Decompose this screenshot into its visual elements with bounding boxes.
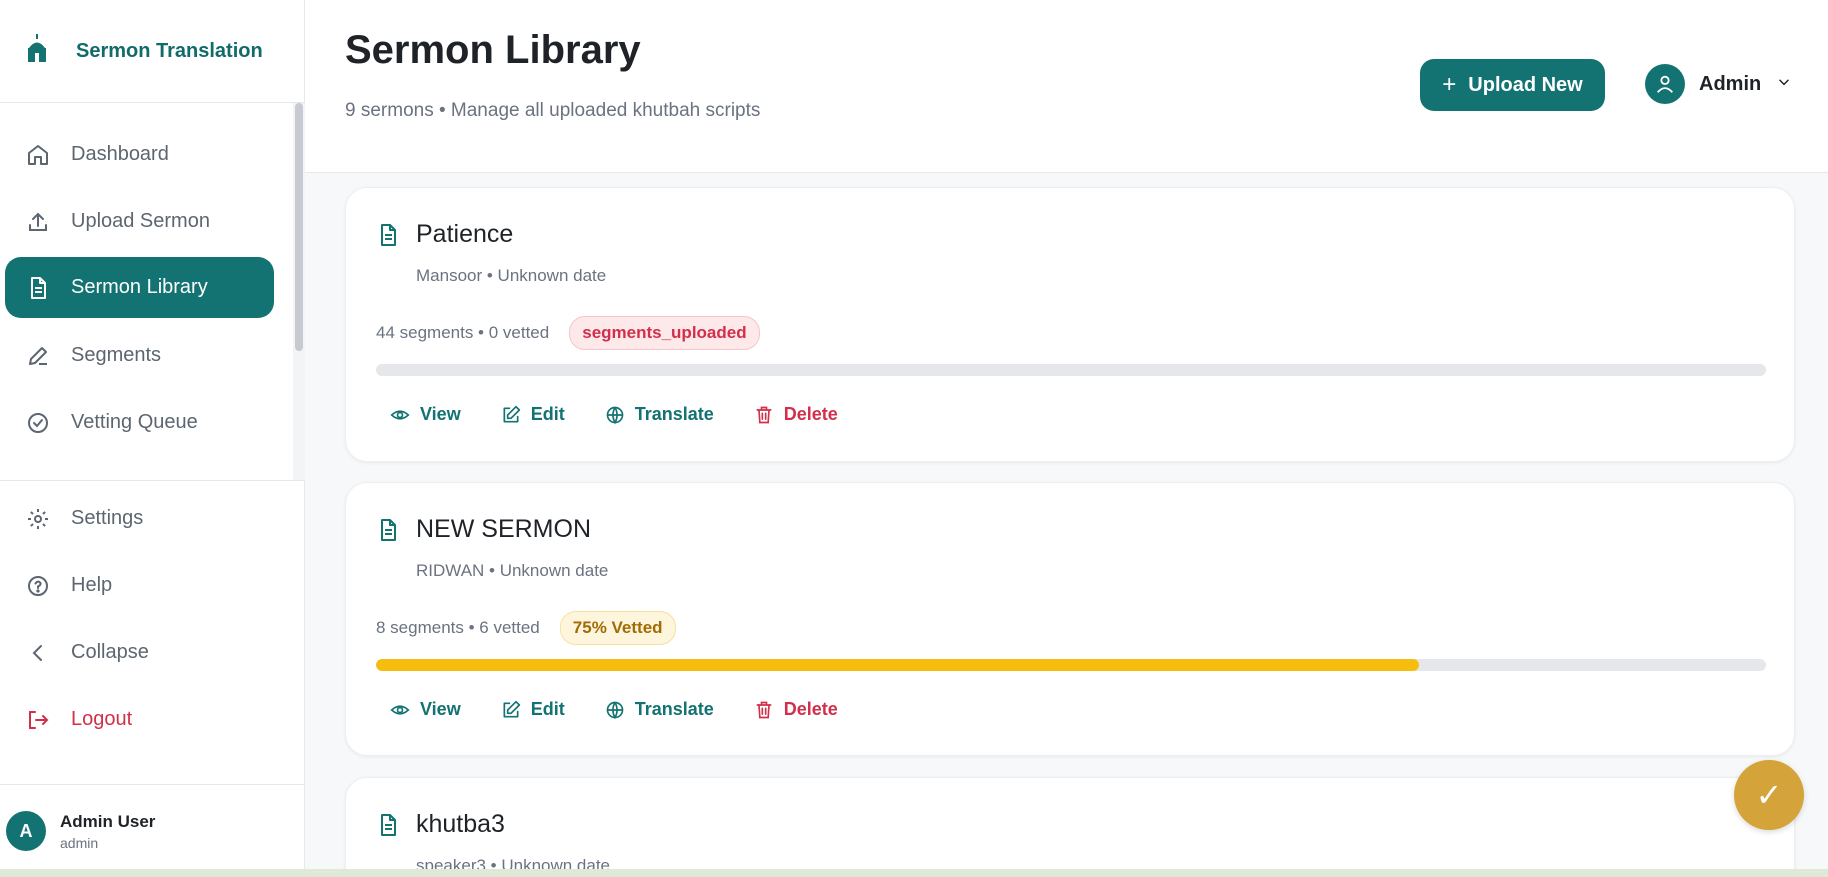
view-label: View (420, 699, 461, 719)
sidebar-item-label: Segments (71, 344, 162, 366)
sermon-stats-row: 8 segments • 6 vetted 75% Vetted (376, 611, 676, 645)
sermon-card: Patience Mansoor • Unknown date 44 segme… (345, 187, 1795, 462)
eye-icon (390, 704, 410, 715)
sermon-title[interactable]: NEW SERMON (416, 515, 591, 544)
status-badge: 75% Vetted (559, 611, 676, 645)
sidebar-item-dashboard[interactable]: Dashboard (5, 124, 274, 185)
translate-label: Translate (634, 404, 714, 424)
page-header: Sermon Library 9 sermons • Manage all up… (305, 0, 1828, 173)
globe-icon (606, 406, 624, 424)
vetting-progress-fill (376, 659, 1419, 671)
delete-label: Delete (783, 404, 838, 424)
sidebar-bottom-nav: Settings Help Collapse Logout (0, 480, 304, 785)
bottom-strip (0, 869, 1828, 877)
delete-button[interactable]: Delete (754, 699, 838, 720)
admin-label: Admin (1699, 72, 1762, 95)
user-name: Admin User (60, 811, 156, 831)
sermon-card: khutba3 speaker3 • Unknown date (345, 777, 1795, 877)
document-icon (376, 517, 400, 548)
sermon-card: NEW SERMON RIDWAN • Unknown date 8 segme… (345, 482, 1795, 756)
sidebar-item-label: Sermon Library (71, 276, 208, 298)
sidebar-item-label: Help (71, 574, 113, 596)
chevron-down-icon (1777, 75, 1791, 94)
edit-button[interactable]: Edit (501, 404, 565, 425)
translate-button[interactable]: Translate (605, 404, 714, 425)
sidebar-item-sermon-library[interactable]: Sermon Library (5, 257, 274, 318)
document-icon (376, 222, 400, 253)
edit-button[interactable]: Edit (501, 699, 565, 720)
vetting-progress-bar (376, 364, 1766, 376)
sermon-meta: Mansoor • Unknown date (416, 266, 607, 285)
sermon-actions: View Edit Translate Delete (390, 699, 878, 720)
sidebar-item-label: Settings (71, 507, 144, 529)
mosque-icon (24, 33, 50, 69)
gear-icon (25, 506, 51, 532)
current-user[interactable]: A Admin User admin (0, 784, 304, 877)
sidebar-scrollbar[interactable] (293, 103, 305, 480)
sermon-meta: RIDWAN • Unknown date (416, 561, 609, 580)
plus-icon: + (1442, 71, 1457, 98)
view-button[interactable]: View (390, 699, 461, 720)
user-icon (1645, 64, 1685, 104)
globe-icon (606, 701, 624, 719)
view-label: View (420, 404, 461, 424)
sidebar-item-logout[interactable]: Logout (5, 689, 274, 750)
page-title: Sermon Library (345, 28, 641, 72)
sermon-actions: View Edit Translate Delete (390, 404, 878, 425)
delete-button[interactable]: Delete (754, 404, 838, 425)
sidebar-item-segments[interactable]: Segments (5, 325, 274, 386)
edit-label: Edit (530, 699, 565, 719)
admin-menu[interactable]: Admin (1645, 64, 1791, 104)
app-root: Sermon Translation Dashboard Upload Serm… (0, 0, 1828, 877)
sermon-stats: 8 segments • 6 vetted (376, 618, 540, 637)
edit-label: Edit (530, 404, 565, 424)
floating-check-button[interactable]: ✓ (1734, 760, 1804, 830)
document-icon (376, 812, 400, 843)
brand[interactable]: Sermon Translation (0, 0, 304, 103)
sidebar-scroll-thumb[interactable] (295, 103, 303, 351)
sermon-stats: 44 segments • 0 vetted (376, 323, 550, 342)
eye-icon (390, 409, 410, 420)
upload-new-label: Upload New (1468, 73, 1583, 96)
pen-icon (25, 343, 51, 369)
upload-icon (25, 209, 51, 235)
status-badge: segments_uploaded (569, 316, 760, 350)
translate-button[interactable]: Translate (605, 699, 714, 720)
view-button[interactable]: View (390, 404, 461, 425)
home-icon (25, 142, 51, 168)
brand-name: Sermon Translation (76, 39, 263, 62)
check-circle-icon (25, 410, 51, 436)
delete-label: Delete (783, 699, 838, 719)
chevron-left-icon (25, 640, 51, 666)
sidebar-item-label: Collapse (71, 641, 149, 663)
sermon-title[interactable]: Patience (416, 220, 513, 249)
check-icon: ✓ (1755, 777, 1783, 813)
upload-new-button[interactable]: + Upload New (1420, 59, 1605, 111)
sidebar-item-label: Dashboard (71, 143, 169, 165)
trash-icon (756, 701, 772, 718)
sidebar: Sermon Translation Dashboard Upload Serm… (0, 0, 305, 877)
edit-icon (503, 700, 520, 717)
vetting-progress-bar (376, 659, 1766, 671)
sidebar-item-label: Vetting Queue (71, 411, 198, 433)
help-icon (25, 573, 51, 599)
sidebar-item-label: Logout (71, 708, 133, 730)
sermon-stats-row: 44 segments • 0 vetted segments_uploaded (376, 316, 760, 350)
edit-icon (503, 405, 520, 422)
sidebar-item-label: Upload Sermon (71, 210, 210, 232)
logout-icon (25, 707, 51, 733)
sidebar-nav: Dashboard Upload Sermon Sermon Library S… (0, 103, 304, 480)
sidebar-item-collapse[interactable]: Collapse (5, 622, 274, 683)
sidebar-item-settings[interactable]: Settings (5, 488, 274, 549)
sidebar-item-vetting-queue[interactable]: Vetting Queue (5, 392, 274, 453)
sidebar-item-upload-sermon[interactable]: Upload Sermon (5, 191, 274, 252)
sidebar-item-help[interactable]: Help (5, 555, 274, 616)
user-role: admin (60, 834, 99, 851)
trash-icon (756, 406, 772, 423)
translate-label: Translate (634, 699, 714, 719)
sermon-title[interactable]: khutba3 (416, 810, 505, 839)
avatar: A (6, 811, 46, 851)
page-subtitle: 9 sermons • Manage all uploaded khutbah … (345, 100, 761, 121)
document-icon (25, 275, 51, 301)
